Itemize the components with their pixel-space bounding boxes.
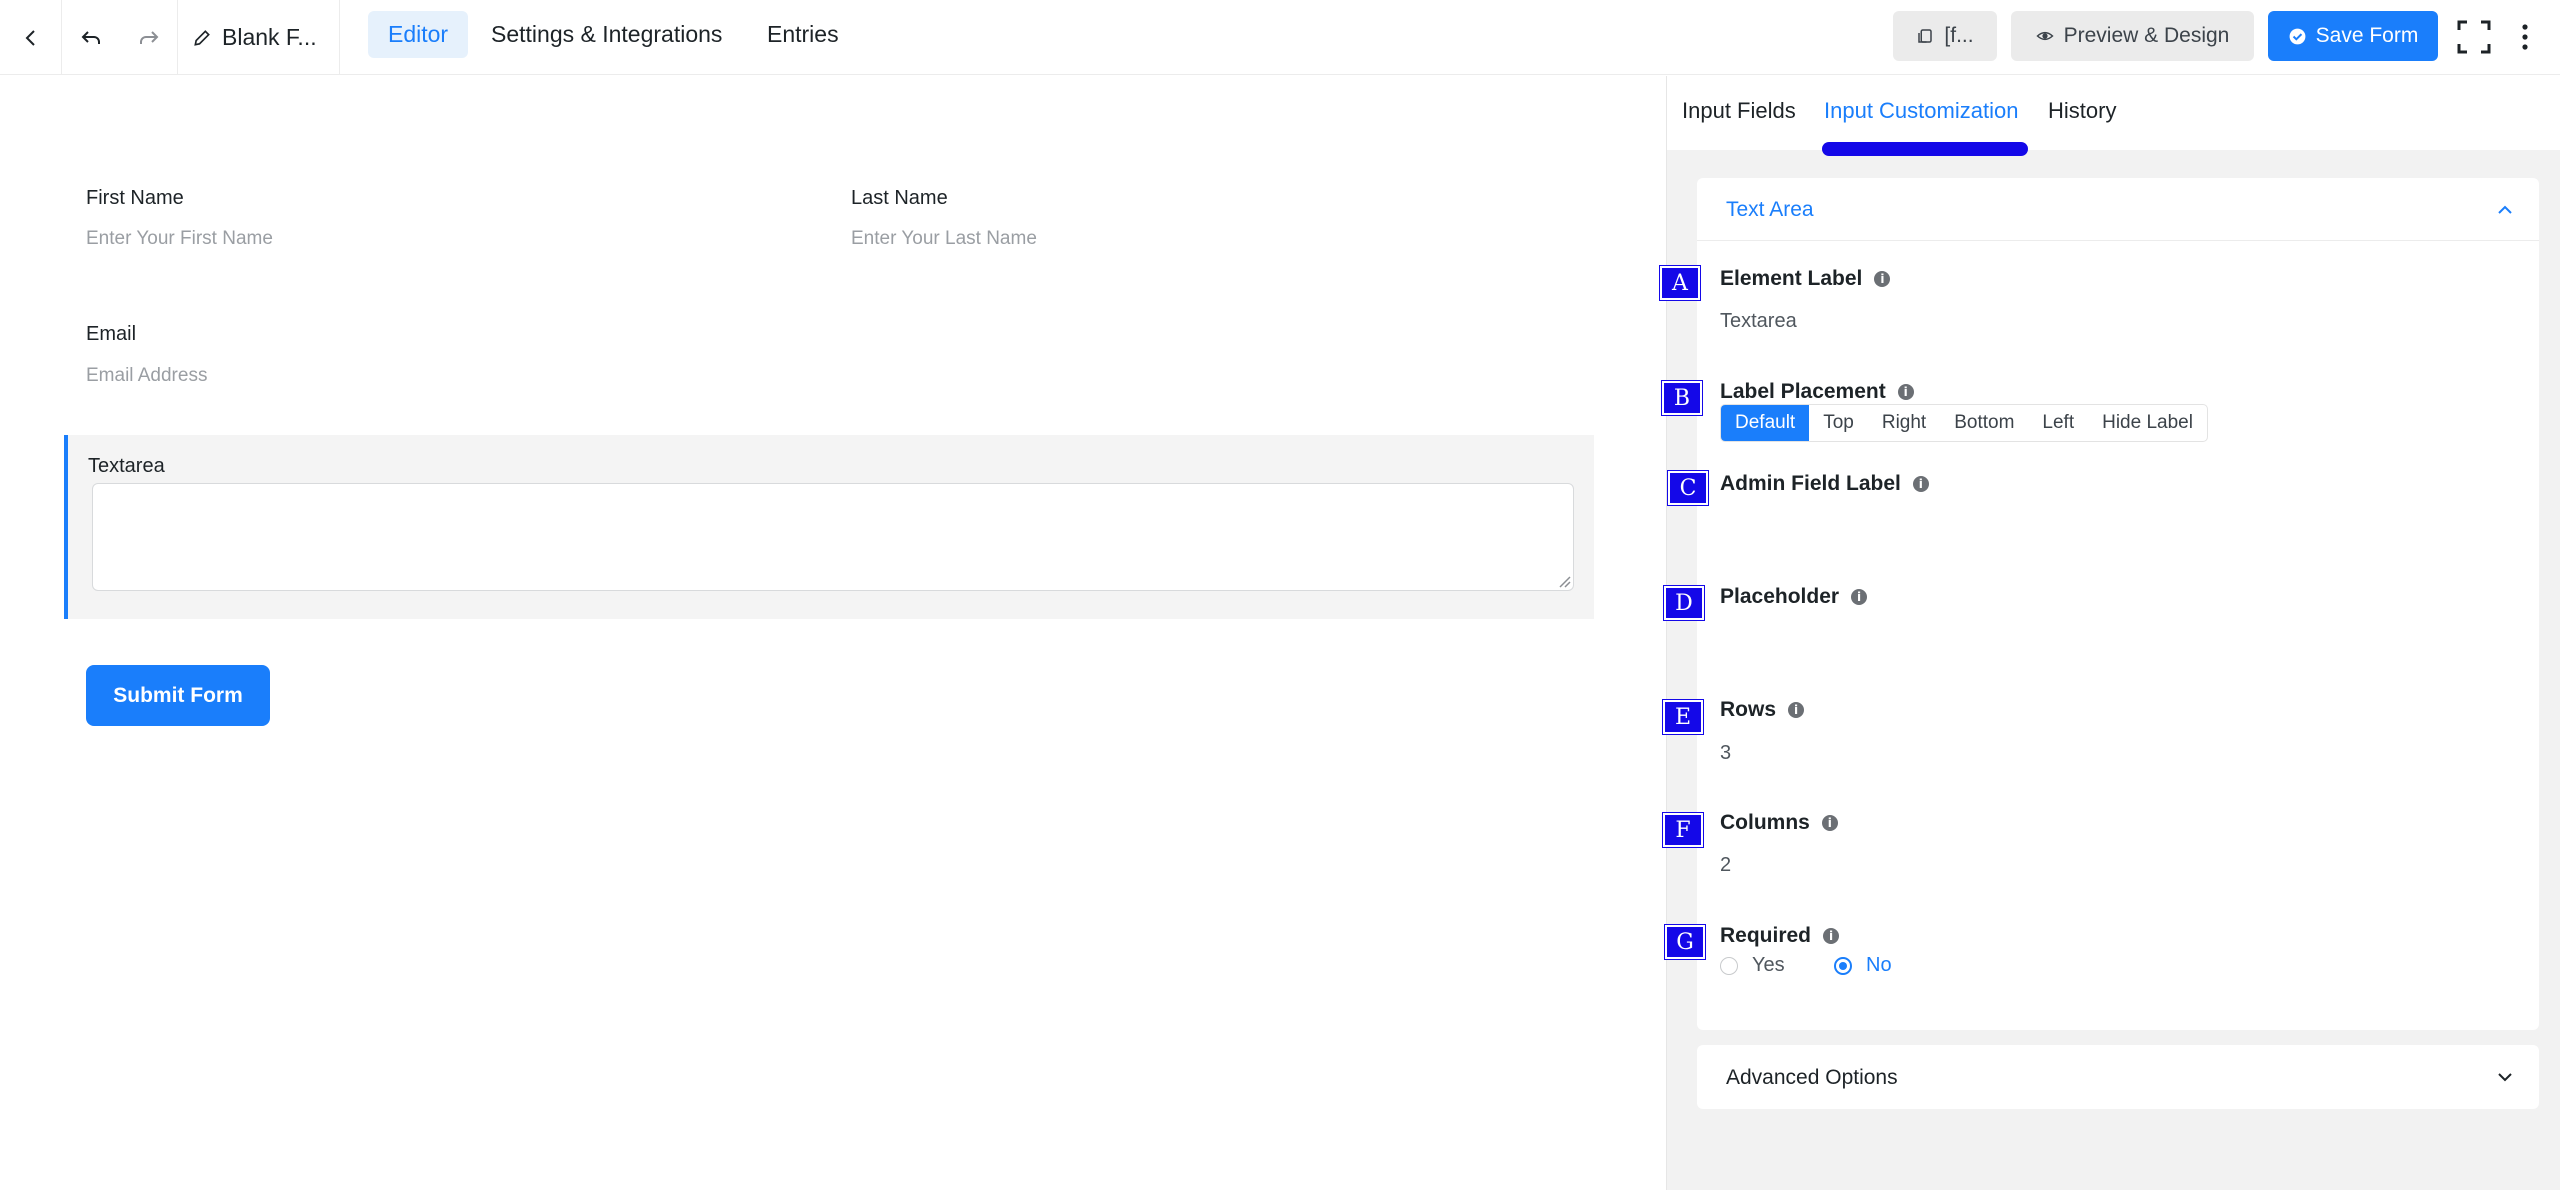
redo-icon — [139, 30, 158, 44]
textarea-input[interactable] — [92, 483, 1574, 591]
required-yes-radio[interactable]: Yes — [1720, 954, 1785, 977]
placeholder-text: Placeholder — [1720, 585, 1840, 608]
required-no-radio[interactable]: No — [1834, 954, 1892, 977]
placement-option-right[interactable]: Right — [1868, 405, 1940, 441]
eye-icon — [2036, 31, 2054, 41]
save-form-text: Save Form — [2315, 24, 2419, 47]
rows-heading: Rows i — [1720, 698, 1805, 722]
first-name-input[interactable]: Enter Your First Name — [86, 228, 273, 250]
info-icon[interactable]: i — [1874, 271, 1891, 287]
label-placement-text: Label Placement — [1720, 380, 1886, 403]
fullscreen-icon[interactable] — [2456, 19, 2492, 55]
tab-input-fields[interactable]: Input Fields — [1682, 98, 1796, 124]
admin-field-label-text: Admin Field Label — [1720, 472, 1901, 495]
columns-input[interactable]: 2 — [1720, 854, 1731, 877]
placement-option-default[interactable]: Default — [1721, 405, 1810, 441]
active-tab-indicator — [1822, 142, 2028, 156]
rows-input[interactable]: 3 — [1720, 742, 1731, 765]
shortcode-text: [f... — [1944, 24, 1974, 47]
required-heading: Required i — [1720, 924, 1840, 948]
email-input[interactable]: Email Address — [86, 365, 207, 387]
label-placement-heading: Label Placement i — [1720, 380, 1914, 404]
element-label-input[interactable]: Textarea — [1720, 310, 1797, 333]
submit-form-button[interactable]: Submit Form — [86, 665, 270, 726]
placeholder-heading: Placeholder i — [1720, 585, 1868, 609]
undo-button[interactable] — [62, 0, 120, 75]
undo-icon — [81, 30, 100, 44]
radio-unchecked-icon — [1720, 956, 1738, 975]
columns-text: Columns — [1720, 811, 1810, 834]
element-label-text: Element Label — [1720, 267, 1863, 290]
last-name-label: Last Name — [851, 187, 948, 209]
copy-icon — [1918, 29, 1933, 43]
marker-f: F — [1663, 813, 1703, 847]
top-toolbar: Blank F... Editor Settings & Integration… — [0, 0, 2560, 75]
textarea-label: Textarea — [88, 455, 165, 477]
info-icon[interactable]: i — [1788, 702, 1805, 718]
text-area-section-header[interactable]: Text Area — [1697, 178, 2539, 241]
admin-field-label-input[interactable] — [1720, 514, 2520, 544]
marker-d: D — [1664, 586, 1704, 620]
required-no-label: No — [1866, 954, 1892, 976]
placement-option-top[interactable]: Top — [1809, 405, 1868, 441]
placeholder-input[interactable] — [1720, 627, 2520, 657]
placement-option-hide-label[interactable]: Hide Label — [2088, 405, 2207, 441]
chevron-left-icon — [25, 29, 35, 46]
admin-field-label-heading: Admin Field Label i — [1720, 472, 1929, 496]
first-name-label: First Name — [86, 187, 184, 209]
advanced-options-title: Advanced Options — [1726, 1066, 1898, 1089]
info-icon[interactable]: i — [1897, 384, 1914, 400]
tab-editor[interactable]: Editor — [368, 11, 469, 58]
preview-design-button[interactable]: Preview & Design — [2011, 11, 2254, 61]
tab-settings-integrations[interactable]: Settings & Integrations — [471, 11, 742, 58]
info-icon[interactable]: i — [1821, 815, 1838, 831]
form-name[interactable]: Blank F... — [178, 0, 340, 75]
pencil-icon — [194, 29, 210, 46]
placement-option-bottom[interactable]: Bottom — [1940, 405, 2028, 441]
chevron-down-icon — [2498, 1073, 2512, 1082]
info-icon[interactable]: i — [1912, 476, 1929, 492]
redo-button[interactable] — [120, 0, 178, 75]
info-icon[interactable]: i — [1823, 928, 1840, 944]
check-circle-icon — [2289, 28, 2306, 44]
rows-text: Rows — [1720, 698, 1777, 721]
placement-option-left[interactable]: Left — [2028, 405, 2088, 441]
save-form-button[interactable]: Save Form — [2268, 11, 2438, 61]
required-text: Required — [1720, 924, 1812, 947]
label-placement-segmented: Default Top Right Bottom Left Hide Label — [1720, 404, 2208, 442]
last-name-input[interactable]: Enter Your Last Name — [851, 228, 1037, 250]
marker-e: E — [1663, 700, 1703, 734]
required-yes-label: Yes — [1752, 954, 1785, 976]
form-canvas: First Name Enter Your First Name Last Na… — [0, 76, 1666, 1190]
radio-checked-icon — [1834, 956, 1852, 975]
marker-g: G — [1665, 925, 1705, 959]
marker-a: A — [1660, 266, 1700, 300]
tab-input-customization[interactable]: Input Customization — [1824, 98, 2018, 124]
advanced-options-section[interactable]: Advanced Options — [1697, 1045, 2539, 1109]
section-title: Text Area — [1726, 198, 1814, 221]
tab-history[interactable]: History — [2048, 98, 2116, 124]
element-label-heading: Element Label i — [1720, 267, 1891, 291]
shortcode-button[interactable]: [f... — [1893, 11, 1997, 61]
tab-entries[interactable]: Entries — [747, 11, 859, 58]
columns-heading: Columns i — [1720, 811, 1838, 835]
marker-b: B — [1662, 381, 1702, 415]
form-name-text: Blank F... — [222, 24, 317, 50]
more-vertical-icon[interactable] — [2510, 19, 2540, 55]
panel-tabs: Input Fields Input Customization History — [1667, 76, 2560, 156]
preview-design-text: Preview & Design — [2063, 24, 2230, 47]
back-button[interactable] — [0, 0, 62, 75]
marker-c: C — [1668, 471, 1708, 505]
textarea-field-block[interactable]: Textarea — [64, 435, 1594, 619]
resize-handle-icon[interactable] — [1557, 574, 1571, 588]
chevron-up-icon — [2498, 205, 2512, 214]
info-icon[interactable]: i — [1851, 589, 1868, 605]
email-label: Email — [86, 323, 137, 345]
